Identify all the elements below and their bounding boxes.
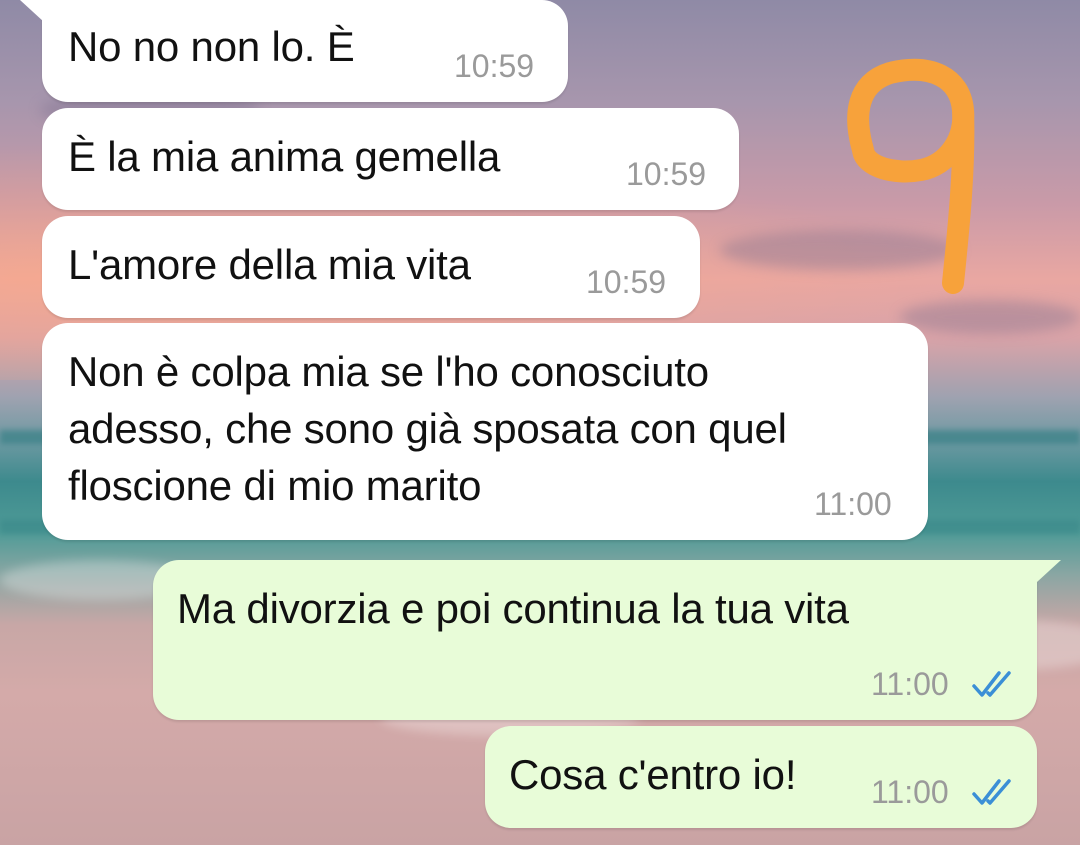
cloud (900, 300, 1080, 334)
message-timestamp: 10:59 (454, 48, 535, 84)
message-text: Cosa c'entro io! (509, 751, 797, 798)
message-text: L'amore della mia vita (68, 241, 471, 288)
read-receipt-icon (972, 779, 1011, 805)
bubble-tail (1037, 560, 1061, 582)
message-text: No no non lo. È (68, 23, 355, 70)
message-timestamp: 11:00 (814, 486, 892, 522)
incoming-message[interactable]: È la mia anima gemella 10:59 (42, 108, 739, 210)
message-timestamp: 10:59 (586, 264, 667, 300)
message-text: Ma divorzia e poi continua la tua vita (177, 585, 849, 632)
incoming-message[interactable]: Non è colpa mia se l'ho conosciuto adess… (42, 323, 928, 540)
message-timestamp: 11:00 (871, 666, 949, 702)
message-text: È la mia anima gemella (68, 133, 501, 180)
incoming-message[interactable]: L'amore della mia vita 10:59 (42, 216, 700, 318)
message-timestamp: 11:00 (871, 774, 949, 810)
outgoing-message[interactable]: Ma divorzia e poi continua la tua vita 1… (153, 560, 1037, 720)
outgoing-message[interactable]: Cosa c'entro io! 11:00 (485, 726, 1037, 828)
message-timestamp: 10:59 (626, 156, 707, 192)
bubble-tail (20, 0, 44, 22)
orange-number-9-icon (847, 58, 975, 294)
read-receipt-icon (972, 671, 1011, 697)
message-text: Non è colpa mia se l'ho conosciuto adess… (68, 348, 787, 509)
incoming-message[interactable]: No no non lo. È 10:59 (42, 0, 568, 102)
